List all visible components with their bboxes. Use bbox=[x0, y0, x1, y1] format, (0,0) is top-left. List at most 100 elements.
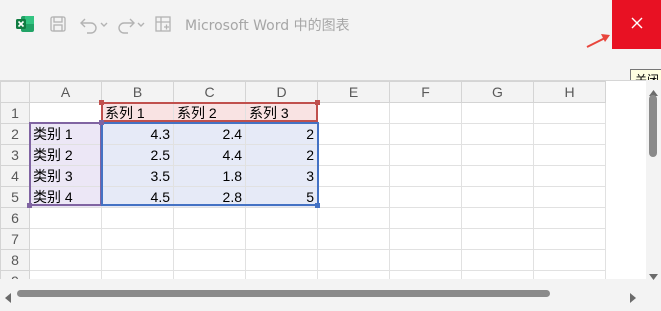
table-cell[interactable]: 5 bbox=[245, 186, 318, 208]
table-cell[interactable] bbox=[317, 228, 390, 250]
row-header[interactable]: 6 bbox=[0, 207, 30, 229]
table-cell[interactable] bbox=[461, 144, 534, 166]
table-cell[interactable] bbox=[317, 102, 390, 124]
table-cell[interactable] bbox=[245, 228, 318, 250]
table-cell[interactable]: 类别 1 bbox=[29, 123, 102, 145]
column-header[interactable]: D bbox=[245, 81, 318, 103]
table-cell[interactable] bbox=[533, 102, 606, 124]
table-cell[interactable] bbox=[317, 144, 390, 166]
table-cell[interactable] bbox=[173, 249, 246, 271]
table-cell[interactable] bbox=[29, 270, 102, 279]
table-cell[interactable]: 4.3 bbox=[101, 123, 174, 145]
table-cell[interactable] bbox=[389, 102, 462, 124]
table-cell[interactable] bbox=[533, 207, 606, 229]
table-cell[interactable] bbox=[389, 186, 462, 208]
table-cell[interactable] bbox=[461, 207, 534, 229]
column-header[interactable]: G bbox=[461, 81, 534, 103]
row-header[interactable]: 5 bbox=[0, 186, 30, 208]
table-cell[interactable] bbox=[317, 207, 390, 229]
table-cell[interactable] bbox=[245, 207, 318, 229]
table-cell[interactable]: 4.5 bbox=[101, 186, 174, 208]
table-cell[interactable] bbox=[533, 270, 606, 279]
table-cell[interactable]: 2 bbox=[245, 144, 318, 166]
column-header[interactable]: A bbox=[29, 81, 102, 103]
row-header[interactable]: 1 bbox=[0, 102, 30, 124]
row-header[interactable]: 9 bbox=[0, 270, 30, 279]
data-table[interactable]: A B C D E F G H 1 系列 1 系列 2 系列 3 2 类别 1 4.3 2.4… bbox=[0, 81, 606, 279]
column-header[interactable]: F bbox=[389, 81, 462, 103]
table-cell[interactable]: 系列 2 bbox=[173, 102, 246, 124]
table-cell[interactable] bbox=[317, 165, 390, 187]
table-cell[interactable] bbox=[533, 186, 606, 208]
table-cell[interactable] bbox=[533, 165, 606, 187]
table-cell[interactable]: 2.4 bbox=[173, 123, 246, 145]
table-cell[interactable]: 2 bbox=[245, 123, 318, 145]
table-cell[interactable]: 4.4 bbox=[173, 144, 246, 166]
horizontal-scroll-thumb[interactable] bbox=[17, 290, 550, 297]
table-cell[interactable]: 类别 3 bbox=[29, 165, 102, 187]
table-cell[interactable] bbox=[173, 270, 246, 279]
table-cell[interactable]: 系列 1 bbox=[101, 102, 174, 124]
table-cell[interactable] bbox=[101, 249, 174, 271]
table-cell[interactable] bbox=[245, 270, 318, 279]
table-cell[interactable]: 2.8 bbox=[173, 186, 246, 208]
table-cell[interactable] bbox=[317, 270, 390, 279]
table-cell[interactable] bbox=[29, 228, 102, 250]
edit-data-icon[interactable] bbox=[154, 15, 172, 37]
table-cell[interactable] bbox=[29, 249, 102, 271]
table-cell[interactable] bbox=[461, 228, 534, 250]
table-cell[interactable]: 系列 3 bbox=[245, 102, 318, 124]
table-cell[interactable] bbox=[533, 228, 606, 250]
table-cell[interactable] bbox=[173, 228, 246, 250]
column-header[interactable]: C bbox=[173, 81, 246, 103]
table-cell[interactable] bbox=[533, 123, 606, 145]
table-cell[interactable] bbox=[317, 186, 390, 208]
save-icon[interactable] bbox=[49, 15, 67, 37]
table-cell[interactable]: 2.5 bbox=[101, 144, 174, 166]
table-cell[interactable]: 类别 2 bbox=[29, 144, 102, 166]
table-cell[interactable] bbox=[533, 144, 606, 166]
row-header[interactable]: 4 bbox=[0, 165, 30, 187]
column-header[interactable]: H bbox=[533, 81, 606, 103]
table-cell[interactable] bbox=[389, 165, 462, 187]
vertical-scrollbar[interactable] bbox=[646, 80, 661, 280]
row-header[interactable]: 7 bbox=[0, 228, 30, 250]
table-cell[interactable]: 类别 4 bbox=[29, 186, 102, 208]
table-cell[interactable] bbox=[461, 249, 534, 271]
spreadsheet-grid[interactable]: A B C D E F G H 1 系列 1 系列 2 系列 3 2 类别 1 4.3 2.4… bbox=[0, 80, 646, 279]
select-all-corner[interactable] bbox=[0, 81, 30, 103]
table-cell[interactable] bbox=[389, 207, 462, 229]
table-cell[interactable] bbox=[101, 228, 174, 250]
close-button[interactable] bbox=[612, 0, 661, 49]
row-header[interactable]: 2 bbox=[0, 123, 30, 145]
table-cell[interactable] bbox=[29, 207, 102, 229]
table-cell[interactable] bbox=[389, 228, 462, 250]
table-cell[interactable] bbox=[245, 249, 318, 271]
table-cell[interactable] bbox=[101, 207, 174, 229]
table-cell[interactable] bbox=[389, 249, 462, 271]
table-cell[interactable] bbox=[533, 249, 606, 271]
table-cell[interactable] bbox=[461, 123, 534, 145]
table-cell[interactable]: 1.8 bbox=[173, 165, 246, 187]
table-cell[interactable] bbox=[173, 207, 246, 229]
column-header[interactable]: E bbox=[317, 81, 390, 103]
scroll-left-icon[interactable] bbox=[4, 288, 12, 307]
row-header[interactable]: 3 bbox=[0, 144, 30, 166]
table-cell[interactable] bbox=[389, 270, 462, 279]
table-cell[interactable]: 3.5 bbox=[101, 165, 174, 187]
table-cell[interactable] bbox=[461, 102, 534, 124]
table-cell[interactable] bbox=[461, 270, 534, 279]
table-cell[interactable] bbox=[317, 249, 390, 271]
table-cell[interactable] bbox=[461, 186, 534, 208]
horizontal-scrollbar[interactable] bbox=[0, 281, 661, 305]
vertical-scroll-thumb[interactable] bbox=[649, 95, 657, 157]
table-cell[interactable] bbox=[317, 123, 390, 145]
row-header[interactable]: 8 bbox=[0, 249, 30, 271]
redo-icon[interactable] bbox=[116, 14, 148, 38]
table-cell[interactable] bbox=[389, 123, 462, 145]
undo-icon[interactable] bbox=[78, 14, 110, 38]
table-cell[interactable]: 3 bbox=[245, 165, 318, 187]
table-cell[interactable] bbox=[389, 144, 462, 166]
table-cell[interactable] bbox=[101, 270, 174, 279]
table-cell[interactable] bbox=[29, 102, 102, 124]
